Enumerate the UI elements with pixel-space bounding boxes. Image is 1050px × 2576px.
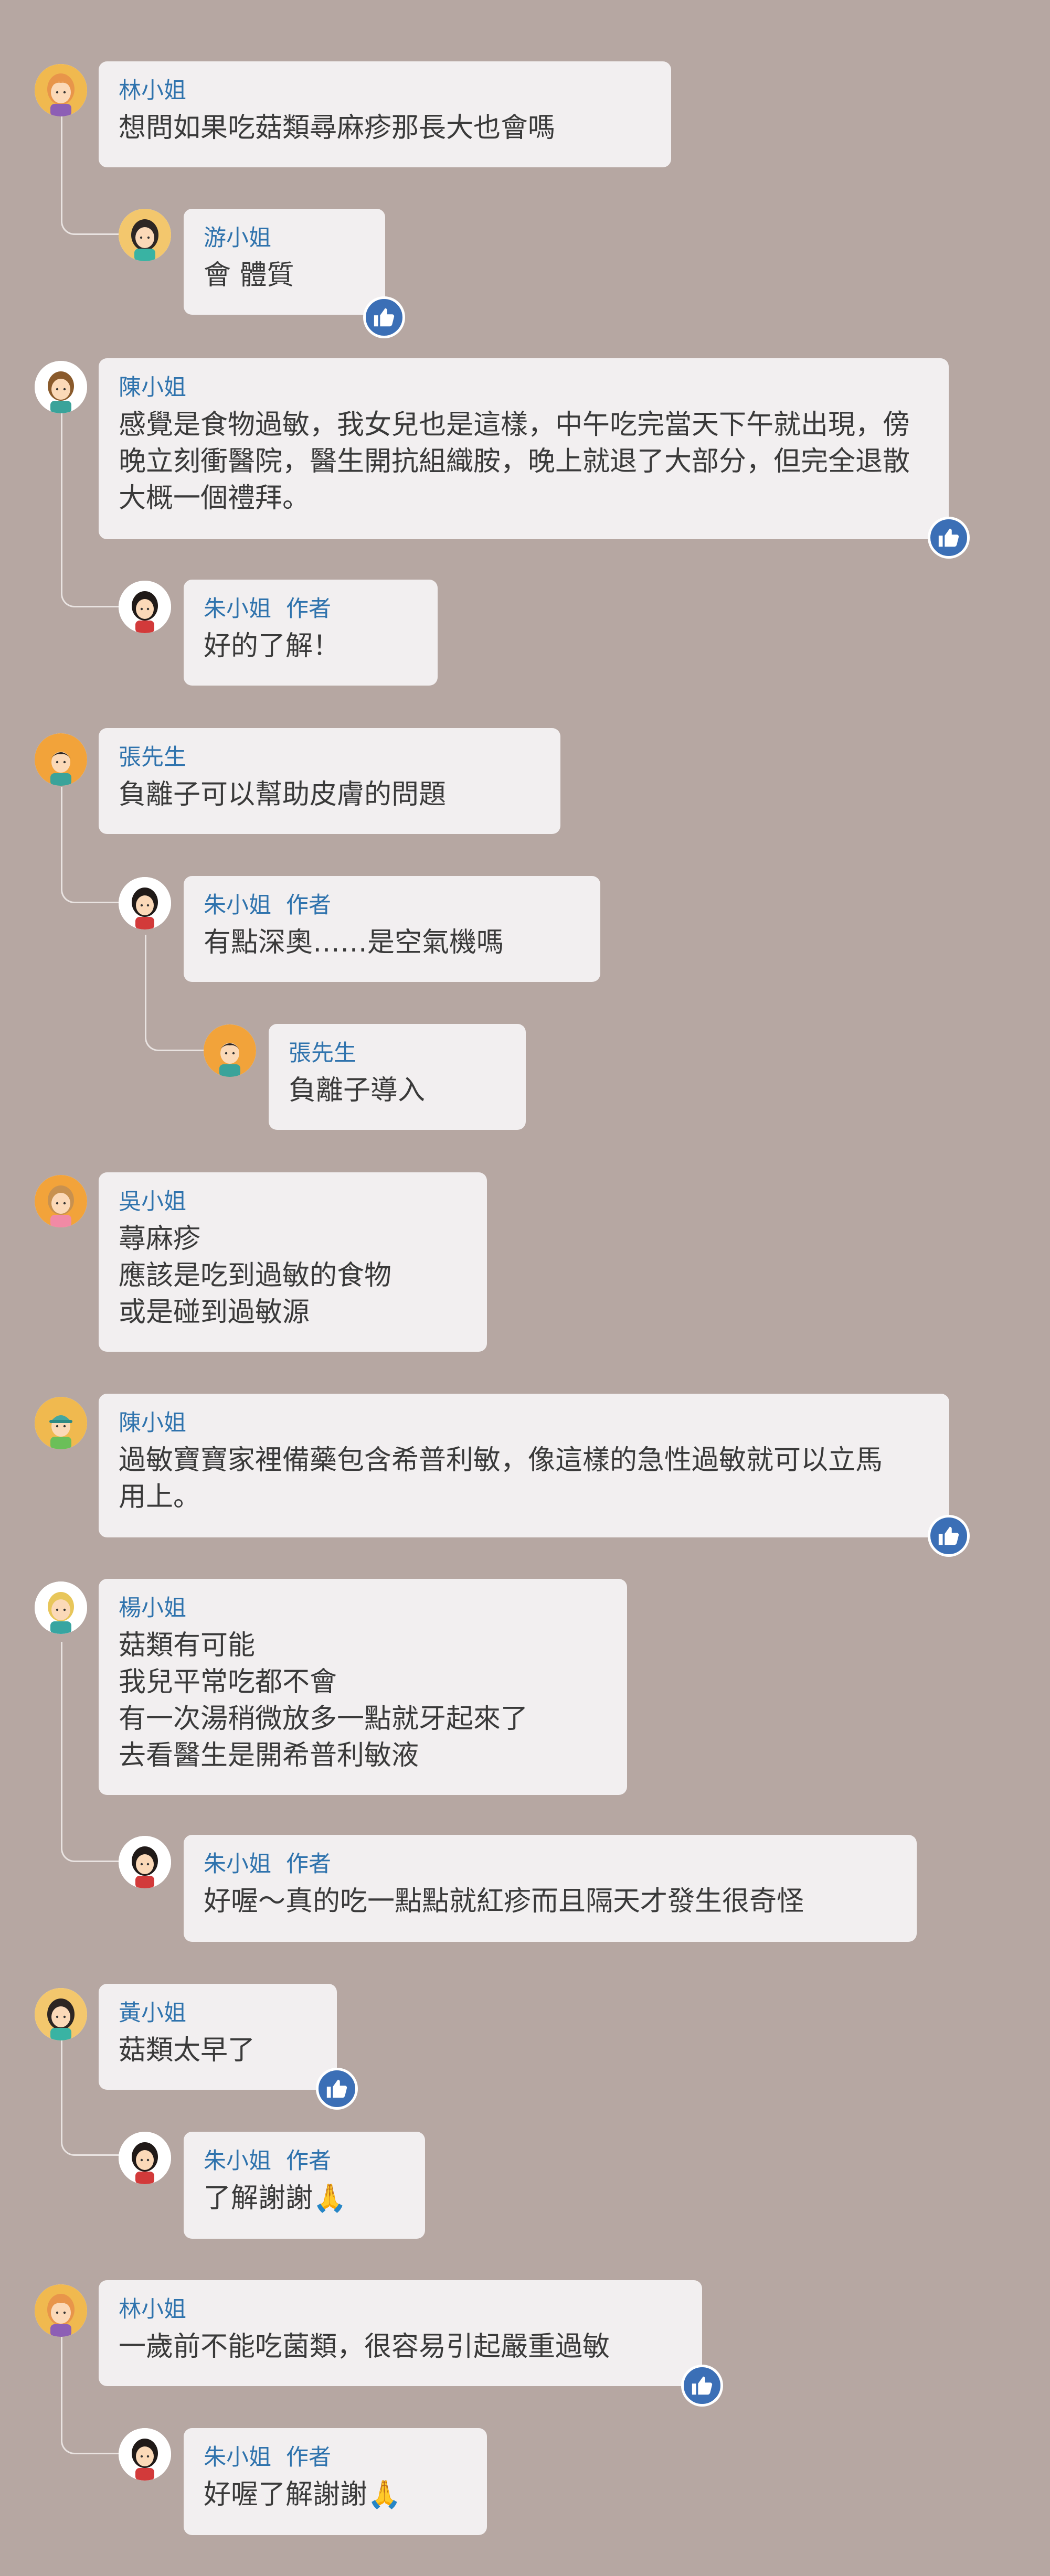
comment-text: 負離子導入 xyxy=(289,1075,426,1106)
avatar[interactable] xyxy=(35,2284,87,2337)
author-badge: 作者 xyxy=(286,2148,331,2174)
comment-bubble: 吳小姐 蕁麻疹 應該是吃到過敏的食物 或是碰到過敏源 xyxy=(99,1172,487,1352)
like-reaction-badge[interactable] xyxy=(928,517,970,559)
commenter-name[interactable]: 黃小姐 xyxy=(119,2000,186,2027)
avatar[interactable] xyxy=(35,1397,87,1449)
user-avatar-icon xyxy=(35,1397,87,1449)
comment-bubble: 林小姐 想問如果吃菇類尋麻疹那長大也會嗎 xyxy=(99,61,671,167)
commenter-name[interactable]: 朱小姐 xyxy=(204,2444,271,2471)
commenter-name[interactable]: 陳小姐 xyxy=(119,374,186,401)
author-badge: 作者 xyxy=(286,2444,331,2471)
comment-text: 蕁麻疹 應該是吃到過敏的食物 或是碰到過敏源 xyxy=(119,1223,392,1328)
commenter-name[interactable]: 楊小姐 xyxy=(119,1595,186,1622)
comment-text: 有點深奧……是空氣機嗎 xyxy=(204,927,504,958)
comment-bubble: 朱小姐 作者 好的了解！ xyxy=(184,580,438,686)
comment-text: 菇類太早了 xyxy=(119,2035,256,2066)
like-reaction-badge[interactable] xyxy=(681,2365,723,2407)
user-avatar-icon xyxy=(119,877,171,929)
comment-bubble: 楊小姐 菇類有可能 我兒平常吃都不會 有一次湯稍微放多一點就牙起來了 去看醫生是… xyxy=(99,1579,627,1795)
comment-text: 感覺是食物過敏，我女兒也是這樣，中午吃完當天下午就出現，傍 晚立刻衝醫院，醫生開… xyxy=(119,409,910,514)
avatar[interactable] xyxy=(119,877,171,929)
user-avatar-icon xyxy=(35,1175,87,1227)
comment-bubble: 游小姐 會 體質 xyxy=(184,209,385,315)
commenter-name[interactable]: 張先生 xyxy=(119,744,186,771)
user-avatar-icon xyxy=(35,1581,87,1634)
like-reaction-badge[interactable] xyxy=(928,1515,970,1557)
comment-bubble: 林小姐 一歲前不能吃菌類，很容易引起嚴重過敏 xyxy=(99,2280,702,2386)
comment-bubble: 張先生 負離子可以幫助皮膚的問題 xyxy=(99,728,560,834)
user-avatar-icon xyxy=(119,1836,171,1888)
avatar[interactable] xyxy=(35,733,87,786)
comment-text: 好喔～真的吃一點點就紅疹而且隔天才發生很奇怪 xyxy=(204,1886,804,1917)
comment-bubble: 朱小姐 作者 有點深奧……是空氣機嗎 xyxy=(184,876,600,982)
user-avatar-icon xyxy=(35,733,87,786)
avatar[interactable] xyxy=(35,1175,87,1227)
commenter-name[interactable]: 朱小姐 xyxy=(204,595,271,623)
commenter-name[interactable]: 朱小姐 xyxy=(204,892,271,919)
user-avatar-icon xyxy=(119,2132,171,2184)
like-reaction-badge[interactable] xyxy=(316,2068,358,2110)
thumbs-up-icon xyxy=(690,2374,714,2398)
avatar[interactable] xyxy=(119,1836,171,1888)
commenter-name[interactable]: 吳小姐 xyxy=(119,1188,186,1215)
user-avatar-icon xyxy=(119,581,171,633)
avatar[interactable] xyxy=(119,2132,171,2184)
comment-bubble: 朱小姐 作者 好喔了解謝謝🙏 xyxy=(184,2428,487,2535)
avatar[interactable] xyxy=(119,209,171,261)
avatar[interactable] xyxy=(35,1581,87,1634)
comment-bubble: 朱小姐 作者 好喔～真的吃一點點就紅疹而且隔天才發生很奇怪 xyxy=(184,1835,917,1942)
thumbs-up-icon xyxy=(325,2077,349,2101)
thumbs-up-icon xyxy=(937,1524,961,1548)
thumbs-up-icon xyxy=(937,526,961,550)
user-avatar-icon xyxy=(35,2284,87,2337)
comment-text: 好喔了解謝謝🙏 xyxy=(204,2479,401,2510)
comment-text: 想問如果吃菇類尋麻疹那長大也會嗎 xyxy=(119,112,556,144)
commenter-name[interactable]: 游小姐 xyxy=(204,225,271,252)
avatar[interactable] xyxy=(35,1988,87,2040)
user-avatar-icon xyxy=(35,1988,87,2040)
user-avatar-icon xyxy=(35,64,87,116)
author-badge: 作者 xyxy=(286,1851,331,1877)
comment-text: 負離子可以幫助皮膚的問題 xyxy=(119,779,447,810)
thumbs-up-icon xyxy=(372,305,396,329)
comment-bubble: 陳小姐 過敏寶寶家裡備藥包含希普利敏，像這樣的急性過敏就可以立馬 用上。 xyxy=(99,1394,949,1537)
comment-text: 了解謝謝🙏 xyxy=(204,2183,347,2214)
author-badge: 作者 xyxy=(286,892,331,918)
comment-bubble: 朱小姐 作者 了解謝謝🙏 xyxy=(184,2132,425,2239)
comment-text: 會 體質 xyxy=(204,260,294,291)
avatar[interactable] xyxy=(119,581,171,633)
avatar[interactable] xyxy=(35,361,87,413)
comment-bubble: 陳小姐 感覺是食物過敏，我女兒也是這樣，中午吃完當天下午就出現，傍 晚立刻衝醫院… xyxy=(99,358,949,539)
comment-text: 好的了解！ xyxy=(204,630,341,662)
comment-bubble: 黃小姐 菇類太早了 xyxy=(99,1984,337,2090)
comment-text: 一歲前不能吃菌類，很容易引起嚴重過敏 xyxy=(119,2331,610,2363)
like-reaction-badge[interactable] xyxy=(363,296,405,338)
user-avatar-icon xyxy=(119,2428,171,2481)
commenter-name[interactable]: 朱小姐 xyxy=(204,1851,271,1878)
user-avatar-icon xyxy=(119,209,171,261)
user-avatar-icon xyxy=(35,361,87,413)
avatar[interactable] xyxy=(204,1024,256,1077)
commenter-name[interactable]: 陳小姐 xyxy=(119,1409,186,1437)
commenter-name[interactable]: 林小姐 xyxy=(119,77,186,104)
comment-text: 過敏寶寶家裡備藥包含希普利敏，像這樣的急性過敏就可以立馬 用上。 xyxy=(119,1445,883,1513)
commenter-name[interactable]: 林小姐 xyxy=(119,2296,186,2323)
comment-text: 菇類有可能 我兒平常吃都不會 有一次湯稍微放多一點就牙起來了 去看醫生是開希普利… xyxy=(119,1630,528,1771)
user-avatar-icon xyxy=(204,1024,256,1077)
avatar[interactable] xyxy=(119,2428,171,2481)
author-badge: 作者 xyxy=(286,596,331,622)
avatar[interactable] xyxy=(35,64,87,116)
comment-bubble: 張先生 負離子導入 xyxy=(269,1024,526,1130)
commenter-name[interactable]: 朱小姐 xyxy=(204,2147,271,2175)
commenter-name[interactable]: 張先生 xyxy=(289,1040,356,1067)
